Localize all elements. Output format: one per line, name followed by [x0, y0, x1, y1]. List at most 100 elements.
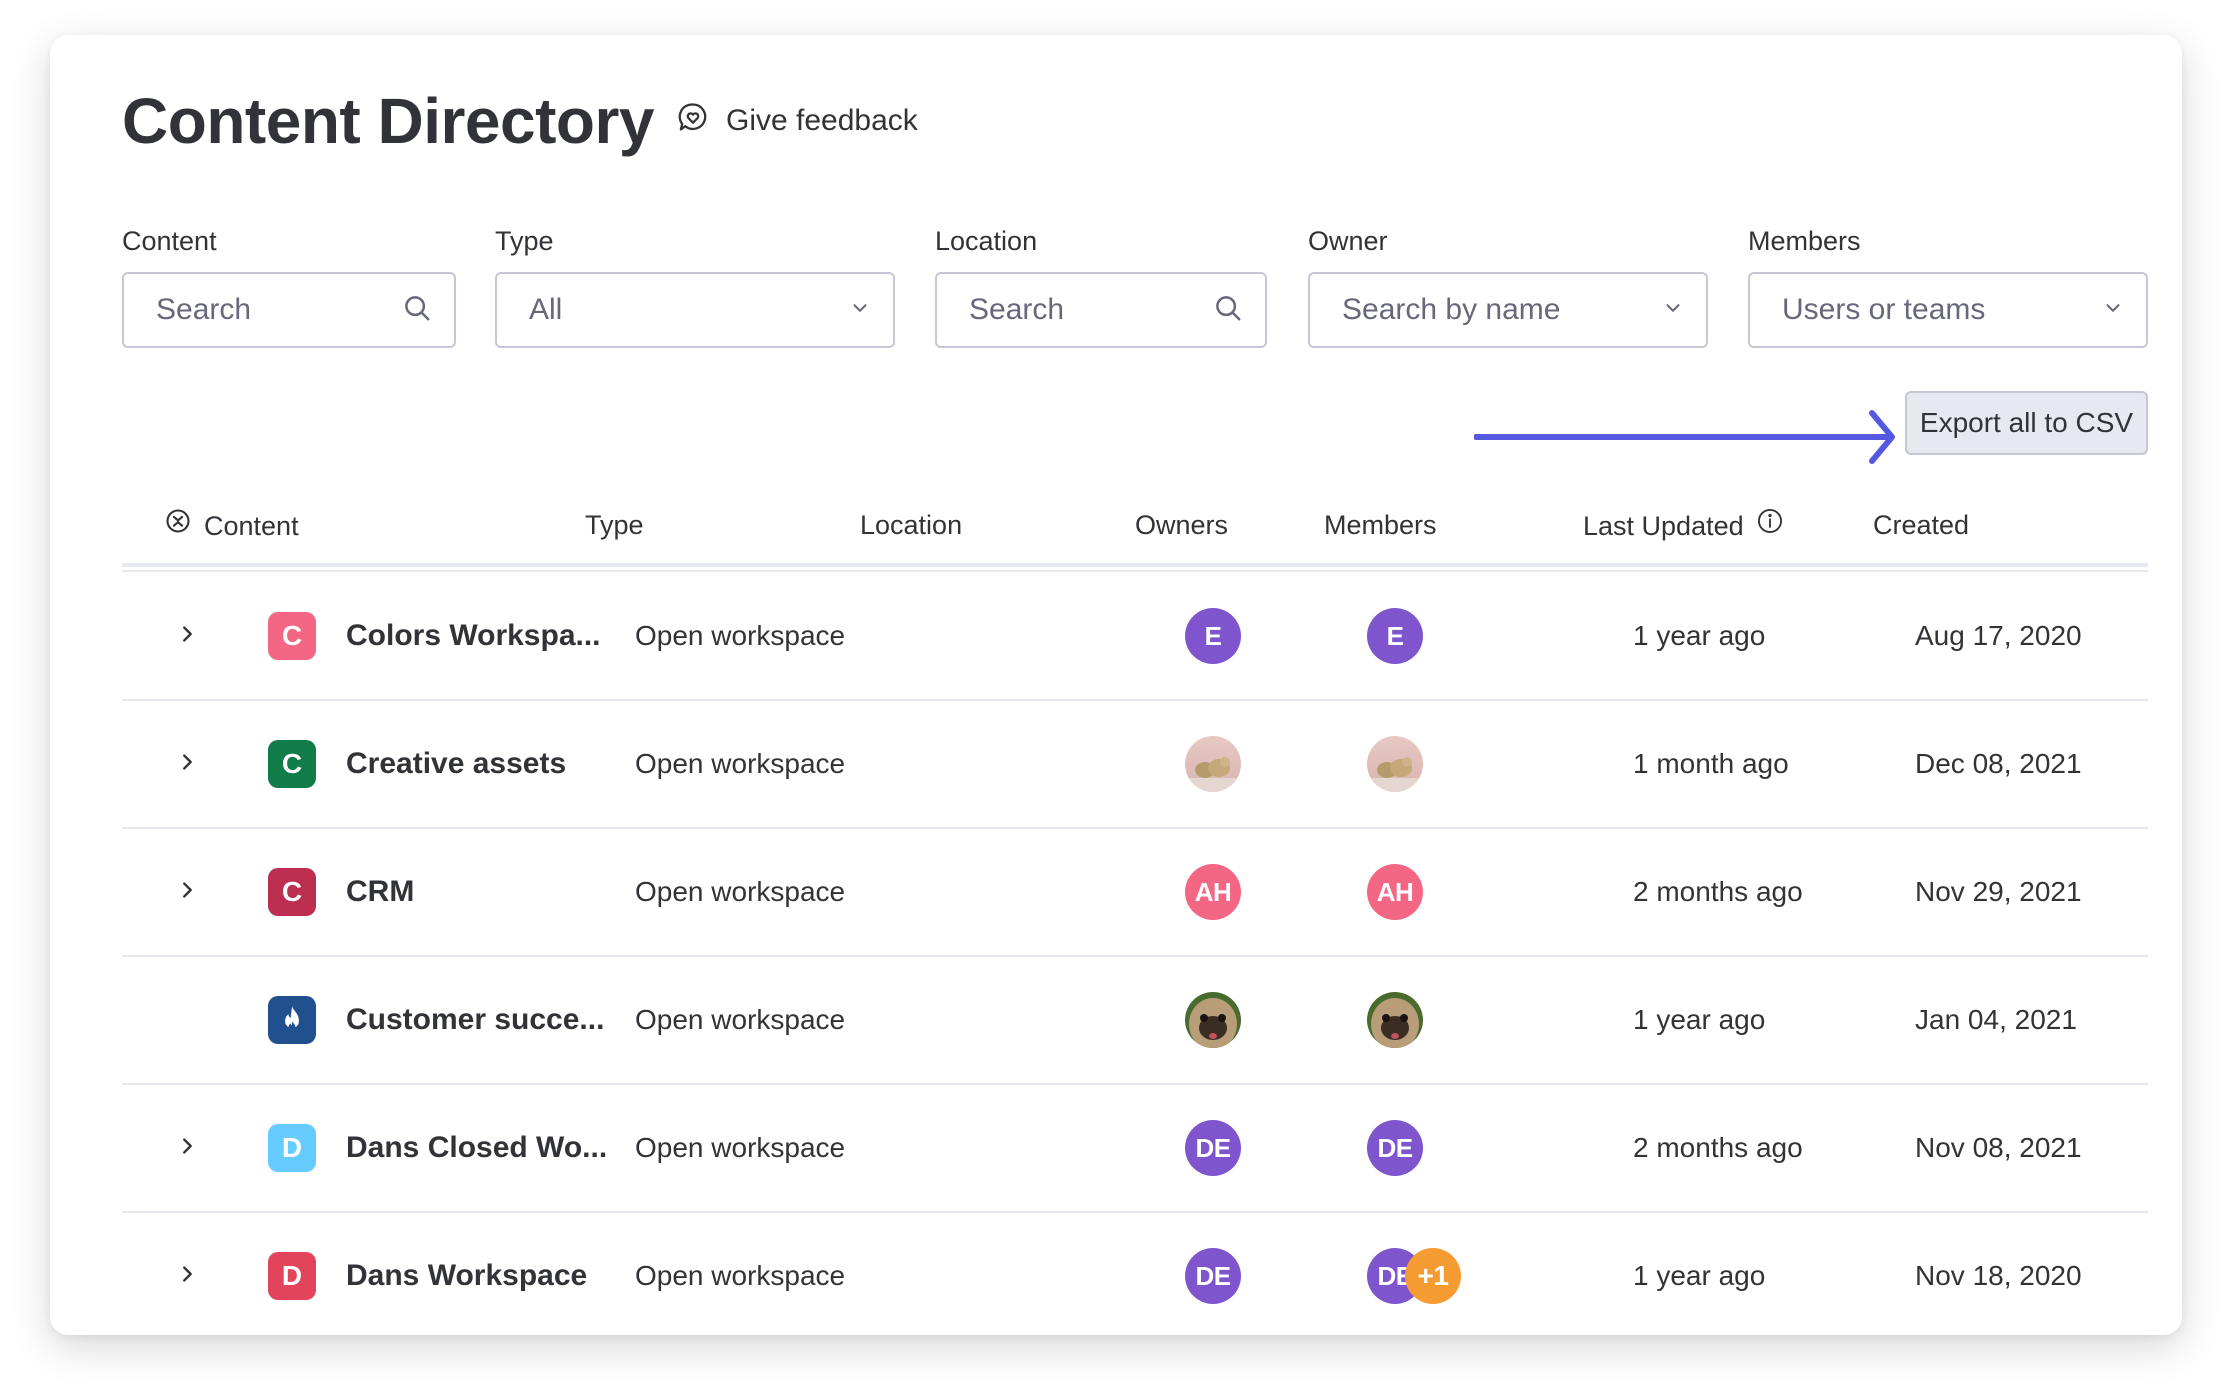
header-divider: [122, 570, 2148, 572]
more-members-badge[interactable]: +1: [1405, 1248, 1461, 1304]
content-search-input[interactable]: Search: [122, 272, 456, 348]
table-row[interactable]: D Dans Workspace Open workspace DE DE +1 1 yea…: [122, 1213, 2148, 1341]
workspace-letter-icon: D: [268, 1124, 316, 1172]
column-header-last-updated[interactable]: Last Updated: [1583, 507, 1784, 544]
expand-row-button[interactable]: [172, 701, 202, 827]
owner-avatar[interactable]: [1185, 736, 1241, 792]
member-avatar[interactable]: DE: [1367, 1120, 1423, 1176]
members-cell: DE: [1367, 1085, 1423, 1211]
workspace-name-link[interactable]: CRM: [346, 829, 414, 955]
member-avatar[interactable]: AH: [1367, 864, 1423, 920]
chevron-down-icon: [2102, 297, 2124, 324]
owners-cell: E: [1185, 573, 1241, 699]
table-row[interactable]: Customer succe... Open workspace 1 year ag…: [122, 957, 2148, 1085]
created-date: Aug 17, 2020: [1915, 620, 2082, 651]
workspace-type: Open workspace: [635, 748, 846, 779]
content-filter-label: Content: [122, 226, 217, 256]
owners-cell: DE: [1185, 1213, 1241, 1339]
last-updated: 1 year ago: [1633, 1260, 1766, 1291]
members-select-placeholder: Users or teams: [1782, 293, 1986, 326]
owner-avatar[interactable]: E: [1185, 608, 1241, 664]
created-date: Jan 04, 2021: [1915, 1004, 2077, 1035]
owner-avatar[interactable]: AH: [1185, 864, 1241, 920]
workspace-name-link[interactable]: Dans Closed Wo...: [346, 1085, 607, 1211]
owner-avatar[interactable]: DE: [1185, 1248, 1241, 1304]
column-header-content[interactable]: Content: [164, 507, 299, 544]
workspace-icon-cell: D: [268, 1085, 316, 1211]
expand-row-button[interactable]: [172, 573, 202, 699]
workspace-type: Open workspace: [635, 1004, 846, 1035]
column-header-location[interactable]: Location: [860, 507, 962, 543]
owner-avatar[interactable]: DE: [1185, 1120, 1241, 1176]
member-avatar[interactable]: [1367, 992, 1423, 1048]
column-header-type[interactable]: Type: [585, 507, 644, 543]
flame-icon: [268, 996, 316, 1044]
type-select-value: All: [529, 293, 563, 326]
workspace-icon-cell: C: [268, 701, 316, 827]
member-avatar-initials: DE: [1377, 1132, 1413, 1163]
member-avatar[interactable]: E: [1367, 608, 1423, 664]
annotation-arrow-icon: [1474, 410, 1895, 464]
workspace-icon-cell: [268, 957, 316, 1083]
last-updated: 2 months ago: [1633, 1132, 1803, 1163]
workspace-icon-cell: C: [268, 829, 316, 955]
more-members-badge-initials: +1: [1417, 1260, 1449, 1291]
column-header-content-label: Content: [204, 510, 299, 541]
workspace-name-link[interactable]: Dans Workspace: [346, 1213, 587, 1339]
members-cell: E: [1367, 573, 1423, 699]
members-cell: [1367, 701, 1423, 827]
created-date: Nov 18, 2020: [1915, 1260, 2082, 1291]
column-header-created[interactable]: Created: [1873, 507, 1969, 543]
header-divider: [122, 563, 2148, 567]
owner-avatar-initials: AH: [1194, 876, 1232, 907]
give-feedback-button[interactable]: Give feedback: [676, 99, 918, 143]
type-select[interactable]: All: [495, 272, 895, 348]
workspace-icon-cell: C: [268, 573, 316, 699]
chevron-right-icon: [176, 623, 198, 650]
page-title: Content Directory: [122, 85, 655, 157]
member-avatar-initials: AH: [1376, 876, 1414, 907]
expand-row-button[interactable]: [172, 829, 202, 955]
workspace-letter-icon: C: [268, 740, 316, 788]
owner-avatar[interactable]: [1185, 992, 1241, 1048]
expand-row-button[interactable]: [172, 1213, 202, 1339]
search-icon: [402, 293, 432, 328]
location-search-placeholder: Search: [969, 293, 1065, 326]
chevron-down-icon: [849, 297, 871, 324]
workspace-name-link[interactable]: Colors Workspa...: [346, 573, 601, 699]
export-csv-button[interactable]: Export all to CSV: [1905, 391, 2148, 455]
owner-avatar-initials: E: [1204, 620, 1222, 651]
search-icon: [1213, 293, 1243, 328]
table-row[interactable]: C Creative assets Open workspace 1 month ag…: [122, 701, 2148, 829]
column-header-members[interactable]: Members: [1324, 507, 1437, 543]
last-updated: 1 month ago: [1633, 748, 1789, 779]
created-date: Nov 29, 2021: [1915, 876, 2082, 907]
workspace-letter-icon: D: [268, 1252, 316, 1300]
table-row[interactable]: C CRM Open workspace AH AH 2 months ago Nov 29…: [122, 829, 2148, 957]
workspace-type: Open workspace: [635, 1260, 846, 1291]
table-row[interactable]: D Dans Closed Wo... Open workspace DE DE 2 mo…: [122, 1085, 2148, 1213]
owner-filter-label: Owner: [1308, 226, 1388, 256]
member-avatar[interactable]: [1367, 736, 1423, 792]
type-filter-label: Type: [495, 226, 554, 256]
location-search-input[interactable]: Search: [935, 272, 1267, 348]
collapse-all-icon[interactable]: [164, 507, 192, 544]
column-header-owners[interactable]: Owners: [1135, 507, 1228, 543]
workspace-type: Open workspace: [635, 620, 846, 651]
chevron-right-icon: [176, 1263, 198, 1290]
content-directory-panel: Content Directory Give feedback Content …: [50, 35, 2182, 1335]
owner-avatar-initials: DE: [1195, 1132, 1231, 1163]
chevron-right-icon: [176, 879, 198, 906]
owner-select[interactable]: Search by name: [1308, 272, 1708, 348]
owners-cell: [1185, 957, 1241, 1083]
workspace-type: Open workspace: [635, 876, 846, 907]
expand-row-button[interactable]: [172, 1085, 202, 1211]
info-icon[interactable]: [1756, 507, 1784, 544]
members-select[interactable]: Users or teams: [1748, 272, 2148, 348]
workspace-name-link[interactable]: Customer succe...: [346, 957, 604, 1083]
give-feedback-label: Give feedback: [726, 104, 918, 137]
workspace-type: Open workspace: [635, 1132, 846, 1163]
heart-chat-icon: [676, 100, 710, 142]
workspace-name-link[interactable]: Creative assets: [346, 701, 566, 827]
table-row[interactable]: C Colors Workspa... Open workspace E E 1 year…: [122, 573, 2148, 701]
